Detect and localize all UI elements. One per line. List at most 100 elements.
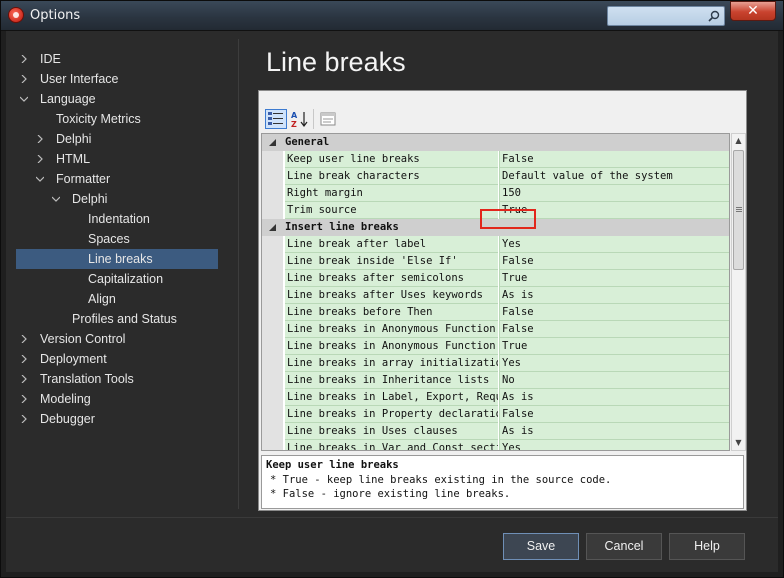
property-value[interactable]: False bbox=[499, 304, 729, 321]
property-row[interactable]: Line breaks in Uses clauses As is bbox=[262, 423, 729, 440]
tree-item[interactable]: Line breaks bbox=[16, 249, 218, 269]
property-row[interactable]: Line breaks in Inheritance lists No bbox=[262, 372, 729, 389]
tree-item[interactable]: Language bbox=[16, 89, 218, 109]
property-grid-scrollbar[interactable]: ▲ ▼ bbox=[731, 133, 746, 451]
property-row[interactable]: Line break characters Default value of th… bbox=[262, 168, 729, 185]
chevron-right-icon[interactable] bbox=[36, 135, 44, 143]
property-row[interactable]: Line break after label Yes bbox=[262, 236, 729, 253]
property-name: Line breaks in Uses clauses bbox=[285, 423, 498, 440]
tree-item[interactable]: Capitalization bbox=[16, 269, 218, 289]
property-row[interactable]: Line break inside 'Else If' False bbox=[262, 253, 729, 270]
search-icon[interactable] bbox=[708, 10, 720, 22]
property-category[interactable]: General bbox=[262, 134, 729, 151]
property-row[interactable]: Keep user line breaks False bbox=[262, 151, 729, 168]
tree-item[interactable]: Indentation bbox=[16, 209, 218, 229]
description-title: Keep user line breaks bbox=[266, 459, 399, 471]
tree-item[interactable]: User Interface bbox=[16, 69, 218, 89]
tree-item[interactable]: Formatter bbox=[16, 169, 218, 189]
chevron-right-icon[interactable] bbox=[20, 75, 28, 83]
property-value[interactable]: Yes bbox=[499, 440, 729, 450]
tree-item[interactable]: Spaces bbox=[16, 229, 218, 249]
chevron-down-icon[interactable] bbox=[52, 195, 60, 203]
tree-item[interactable]: Version Control bbox=[16, 329, 218, 349]
description-line: * False - ignore existing line breaks. bbox=[270, 488, 511, 500]
categorized-view-button[interactable] bbox=[265, 109, 287, 129]
tree-item-label: Profiles and Status bbox=[72, 312, 177, 326]
property-value[interactable]: Yes bbox=[499, 236, 729, 253]
tree-item-label: Language bbox=[40, 92, 96, 106]
tree-item[interactable]: IDE bbox=[16, 49, 218, 69]
chevron-right-icon[interactable] bbox=[36, 155, 44, 163]
pane-divider[interactable] bbox=[238, 39, 239, 509]
scrollbar-thumb[interactable] bbox=[733, 150, 744, 270]
row-gutter bbox=[262, 423, 283, 440]
tree-item[interactable]: Align bbox=[16, 289, 218, 309]
property-value[interactable]: Default value of the system bbox=[499, 168, 729, 185]
chevron-right-icon[interactable] bbox=[20, 395, 28, 403]
tree-item[interactable]: Delphi bbox=[16, 129, 218, 149]
property-value[interactable]: False bbox=[499, 253, 729, 270]
close-icon: ✕ bbox=[747, 3, 759, 19]
tree-item-label: IDE bbox=[40, 52, 61, 66]
category-expander[interactable] bbox=[262, 219, 283, 236]
property-value[interactable]: As is bbox=[499, 389, 729, 406]
tree-item[interactable]: Modeling bbox=[16, 389, 218, 409]
property-row[interactable]: Line breaks in Var and Const sectio Yes bbox=[262, 440, 729, 450]
search-input[interactable] bbox=[607, 6, 725, 26]
scroll-up-icon[interactable]: ▲ bbox=[732, 134, 745, 148]
property-row[interactable]: Line breaks in Label, Export, Requi As is bbox=[262, 389, 729, 406]
property-row[interactable]: Line breaks after semicolons True bbox=[262, 270, 729, 287]
property-value[interactable]: False bbox=[499, 321, 729, 338]
tree-item-label: Align bbox=[88, 292, 116, 306]
property-row[interactable]: Line breaks in Anonymous Function a False bbox=[262, 321, 729, 338]
property-value[interactable]: False bbox=[499, 406, 729, 423]
save-button[interactable]: Save bbox=[503, 533, 579, 560]
tree-item[interactable]: Profiles and Status bbox=[16, 309, 218, 329]
tree-item-label: Modeling bbox=[40, 392, 91, 406]
scroll-down-icon[interactable]: ▼ bbox=[732, 436, 745, 450]
chevron-right-icon[interactable] bbox=[20, 55, 28, 63]
svg-text:A: A bbox=[291, 111, 298, 120]
property-name: Line breaks before Then bbox=[285, 304, 498, 321]
category-label: General bbox=[285, 136, 330, 148]
property-row[interactable]: Right margin 150 bbox=[262, 185, 729, 202]
tree-item[interactable]: HTML bbox=[16, 149, 218, 169]
sort-alphabetical-button[interactable]: A Z bbox=[289, 109, 311, 129]
tree-item[interactable]: Deployment bbox=[16, 349, 218, 369]
property-value[interactable]: True bbox=[499, 270, 729, 287]
row-gutter bbox=[262, 202, 283, 219]
chevron-right-icon[interactable] bbox=[20, 375, 28, 383]
row-gutter bbox=[262, 253, 283, 270]
property-row[interactable]: Line breaks in Anonymous Function u True bbox=[262, 338, 729, 355]
property-value[interactable]: True bbox=[499, 338, 729, 355]
chevron-right-icon[interactable] bbox=[20, 355, 28, 363]
property-name: Line breaks in Anonymous Function a bbox=[285, 321, 498, 338]
category-expander[interactable] bbox=[262, 134, 283, 151]
cancel-button[interactable]: Cancel bbox=[586, 533, 662, 560]
property-value[interactable]: No bbox=[499, 372, 729, 389]
property-row[interactable]: Line breaks before Then False bbox=[262, 304, 729, 321]
tree-item[interactable]: Toxicity Metrics bbox=[16, 109, 218, 129]
property-value[interactable]: 150 bbox=[499, 185, 729, 202]
property-value[interactable]: Yes bbox=[499, 355, 729, 372]
chevron-down-icon[interactable] bbox=[36, 175, 44, 183]
property-value[interactable]: As is bbox=[499, 287, 729, 304]
tree-item[interactable]: Delphi bbox=[16, 189, 218, 209]
property-row[interactable]: Line breaks in array initialization Yes bbox=[262, 355, 729, 372]
tree-item[interactable]: Translation Tools bbox=[16, 369, 218, 389]
dialog-footer: Save Cancel Help bbox=[6, 517, 778, 572]
description-pane-icon bbox=[320, 112, 336, 126]
chevron-down-icon[interactable] bbox=[20, 95, 28, 103]
tree-item[interactable]: Debugger bbox=[16, 409, 218, 429]
tree-item-label: Deployment bbox=[40, 352, 107, 366]
property-row[interactable]: Line breaks after Uses keywords As is bbox=[262, 287, 729, 304]
description-pane-button[interactable] bbox=[317, 109, 339, 129]
property-value[interactable]: False bbox=[499, 151, 729, 168]
help-button[interactable]: Help bbox=[669, 533, 745, 560]
property-row[interactable]: Line breaks in Property declaration False bbox=[262, 406, 729, 423]
chevron-right-icon[interactable] bbox=[20, 335, 28, 343]
close-button[interactable]: ✕ bbox=[730, 1, 776, 21]
property-value[interactable]: As is bbox=[499, 423, 729, 440]
property-name: Line breaks after semicolons bbox=[285, 270, 498, 287]
chevron-right-icon[interactable] bbox=[20, 415, 28, 423]
